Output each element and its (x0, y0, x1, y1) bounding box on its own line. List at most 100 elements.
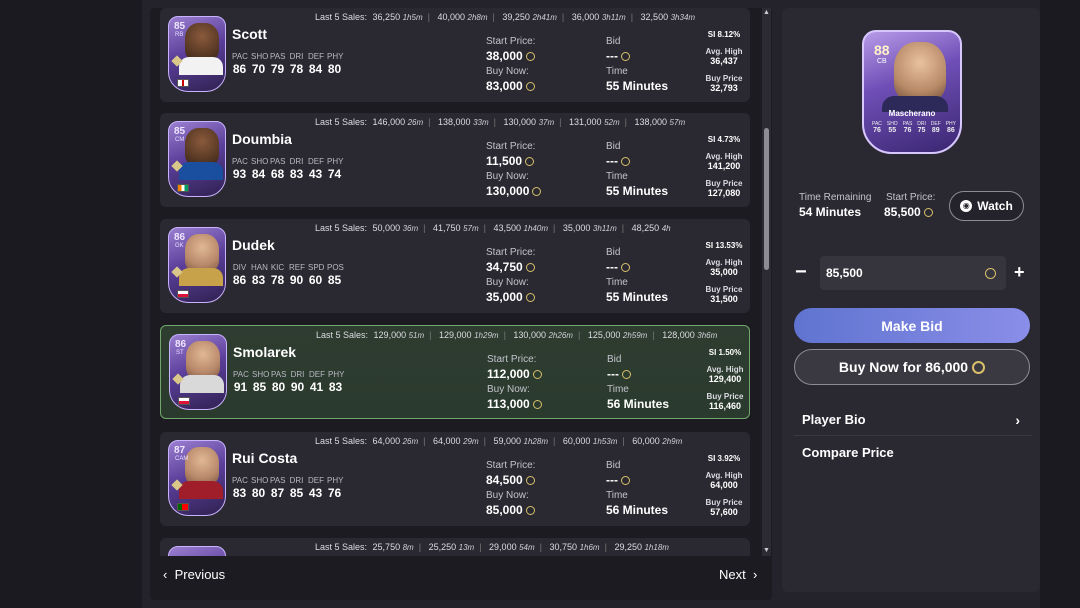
si-value: SI 1.50% (708, 348, 742, 357)
player-shirt (179, 162, 223, 180)
player-stats: PAC 93 SHO 84 PAS 68 DRI 83 DEF 43 PHY 74 (232, 157, 344, 181)
result-row-rui-costa[interactable]: Last 5 Sales: 64,000 26m | 64,000 29m | 59… (160, 432, 750, 526)
coin-icon (621, 263, 630, 272)
player-name: Scott (232, 26, 267, 42)
sale-3: 39,250 2h41m (502, 12, 557, 22)
start-price-block: Start Price: 84,500 Buy Now: 85,000 (486, 460, 536, 517)
time-value: 56 Minutes (607, 397, 670, 411)
player-card[interactable] (168, 546, 226, 556)
coin-icon (532, 370, 542, 379)
player-stats: PAC 83 SHO 80 PAS 87 DRI 85 DEF 43 PHY 76 (232, 476, 344, 500)
player-card[interactable]: 86 GK (168, 227, 226, 303)
player-card[interactable]: 86 ST (169, 334, 227, 410)
coin-icon (525, 82, 535, 91)
result-row-partial[interactable]: Last 5 Sales: 25,750 8m | 25,250 13m | 29,… (160, 538, 750, 556)
player-shirt (179, 57, 223, 75)
decrease-bid-button[interactable]: − (795, 262, 809, 282)
start-price-value: 112,000 (487, 367, 530, 381)
player-portrait (185, 128, 219, 166)
card-position: RB (175, 32, 184, 38)
portugal-flag-icon (177, 503, 189, 511)
sale-4: 36,000 3h11m (571, 12, 626, 22)
card-rating: 86 (174, 232, 186, 243)
make-bid-button[interactable]: Make Bid (794, 308, 1030, 343)
bid-amount-input[interactable]: 85,500 (820, 256, 1006, 290)
start-price-block: Start Price: 112,000 Buy Now: 113,000 (487, 354, 542, 413)
bid-block: Bid --- Time 55 Minutes (606, 36, 669, 93)
player-portrait (185, 234, 219, 272)
coin-icon (923, 208, 933, 217)
card-position: GK (175, 243, 184, 249)
last-five-sales: Last 5 Sales: 64,000 26m | 64,000 29m | 59… (315, 436, 683, 446)
si-value: SI 13.53% (705, 241, 743, 250)
player-portrait (185, 23, 219, 61)
next-page-button[interactable]: Next › (719, 567, 757, 582)
scroll-up-arrow-icon[interactable]: ▲ (762, 8, 771, 18)
result-row-scott[interactable]: Last 5 Sales: 36,250 1h5m | 40,000 2h8m | … (160, 8, 750, 102)
previous-page-button[interactable]: ‹ Previous (163, 567, 225, 582)
player-name: Rui Costa (232, 450, 298, 466)
detail-start-price: 85,500 (884, 205, 933, 219)
card-flags (177, 184, 189, 192)
avg-high-value: 35,000 (710, 267, 738, 277)
last-five-sales: Last 5 Sales: 146,000 26m | 138,000 33m | … (315, 117, 686, 127)
buy-now-value: 35,000 (486, 290, 523, 304)
last-five-sales: Last 5 Sales: 36,250 1h5m | 40,000 2h8m | … (315, 12, 696, 22)
player-bio-button[interactable]: Player Bio › (794, 404, 1032, 436)
results-list: Last 5 Sales: 36,250 1h5m | 40,000 2h8m | … (160, 8, 750, 556)
player-portrait (894, 42, 946, 102)
player-stats: DIV 86 HAN 83 KIC 78 REF 90 SPD 60 POS 85 (232, 263, 344, 287)
player-stats: PAC 91 SHO 85 PAS 80 DRI 90 DEF 41 PHY 83 (233, 370, 345, 394)
selected-player-card[interactable]: 88 CB Mascherano PAC 76 SHO 55 PAS 76 DRI 75… (862, 30, 962, 154)
last-five-sales: Last 5 Sales: 25,750 8m | 25,250 13m | 29,… (315, 542, 669, 552)
poland-flag-icon (177, 290, 189, 298)
buy-price-value: 116,460 (708, 401, 742, 411)
card-stats: PAC 76 SHO 55 PAS 76 DRI 75 DEF 89 PHY 86 (872, 121, 956, 134)
sale-2: 40,000 2h8m (437, 12, 488, 22)
bid-value: --- (606, 154, 618, 168)
results-scrollbar[interactable]: ▲ ▼ (762, 8, 771, 556)
si-value: SI 3.92% (707, 454, 741, 463)
coin-icon (532, 187, 542, 196)
price-summary: SI 4.73% Avg. High 141,200 Buy Price 127… (698, 135, 750, 198)
left-gutter (0, 0, 142, 608)
coin-icon (532, 400, 542, 409)
card-rating: 87 (174, 445, 186, 456)
last5-label: Last 5 Sales: (315, 12, 368, 22)
player-card[interactable]: 85 RB (168, 16, 226, 92)
last-five-sales: Last 5 Sales: 129,000 51m | 129,000 1h29m… (316, 330, 718, 340)
coin-icon (525, 293, 535, 302)
scroll-thumb[interactable] (764, 128, 769, 270)
poland-flag-icon (178, 397, 190, 405)
start-price-value: 34,750 (486, 260, 523, 274)
bid-value: --- (606, 260, 618, 274)
card-player-name: Mascherano (888, 109, 936, 118)
result-row-dudek[interactable]: Last 5 Sales: 50,000 36m | 41,750 57m | 43… (160, 219, 750, 313)
result-row-doumbia[interactable]: Last 5 Sales: 146,000 26m | 138,000 33m | … (160, 113, 750, 207)
start-price-value: 11,500 (486, 154, 523, 168)
buy-price-value: 57,600 (710, 507, 738, 517)
detail-start-price-label: Start Price: (886, 192, 936, 203)
player-name: Doumbia (232, 131, 292, 147)
increase-bid-button[interactable]: + (1014, 263, 1028, 281)
compare-price-button[interactable]: Compare Price (794, 437, 1032, 469)
player-portrait (185, 447, 219, 485)
card-rating: 85 (174, 21, 186, 32)
player-card[interactable]: 85 CM (168, 121, 226, 197)
watch-button[interactable]: ◉ Watch (949, 191, 1024, 221)
price-summary: SI 3.92% Avg. High 64,000 Buy Price 57,6… (698, 454, 750, 517)
coin-icon (525, 263, 535, 272)
start-price-value: 38,000 (486, 49, 523, 63)
bid-value: --- (607, 367, 619, 381)
buy-now-button[interactable]: Buy Now for 86,000 (794, 349, 1030, 385)
card-rating: 88 (874, 42, 890, 58)
player-shirt (180, 375, 224, 393)
coin-icon (622, 370, 631, 379)
time-remaining-value: 54 Minutes (799, 205, 862, 219)
player-card[interactable]: 87 CAM (168, 440, 226, 516)
player-shirt (179, 481, 223, 499)
right-gutter (1040, 0, 1080, 608)
scroll-down-arrow-icon[interactable]: ▼ (762, 546, 771, 556)
england-flag-icon (177, 79, 189, 87)
result-row-smolarek[interactable]: Last 5 Sales: 129,000 51m | 129,000 1h29m… (160, 325, 750, 419)
